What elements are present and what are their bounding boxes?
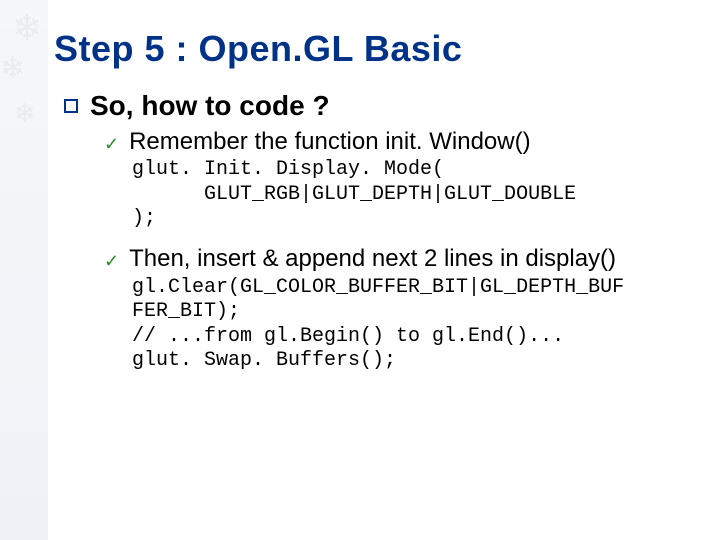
slide-content: Step 5 : Open.GL Basic So, how to code ?… (54, 28, 694, 387)
snowflake-icon: ❄ (14, 100, 36, 126)
list-item: ✓ Then, insert & append next 2 lines in … (104, 245, 694, 273)
code-block: gl.Clear(GL_COLOR_BUFFER_BIT|GL_DEPTH_BU… (132, 276, 694, 374)
question-text: So, how to code ? (90, 90, 330, 122)
list-item-text: Then, insert & append next 2 lines in di… (129, 245, 616, 273)
check-icon: ✓ (104, 251, 119, 272)
list-item: ✓ Remember the function init. Window() (104, 128, 694, 156)
question-row: So, how to code ? (64, 90, 694, 122)
sub-list: ✓ Remember the function init. Window() g… (104, 128, 694, 373)
decorative-sidebar: ❄ ❄ ❄ (0, 0, 48, 540)
check-icon: ✓ (104, 134, 119, 155)
code-block: glut. Init. Display. Mode( GLUT_RGB|GLUT… (132, 158, 694, 231)
list-item-text: Remember the function init. Window() (129, 128, 530, 156)
slide-title: Step 5 : Open.GL Basic (54, 28, 694, 70)
square-bullet-icon (64, 99, 78, 113)
snowflake-icon: ❄ (0, 54, 25, 84)
snowflake-icon: ❄ (12, 10, 42, 46)
